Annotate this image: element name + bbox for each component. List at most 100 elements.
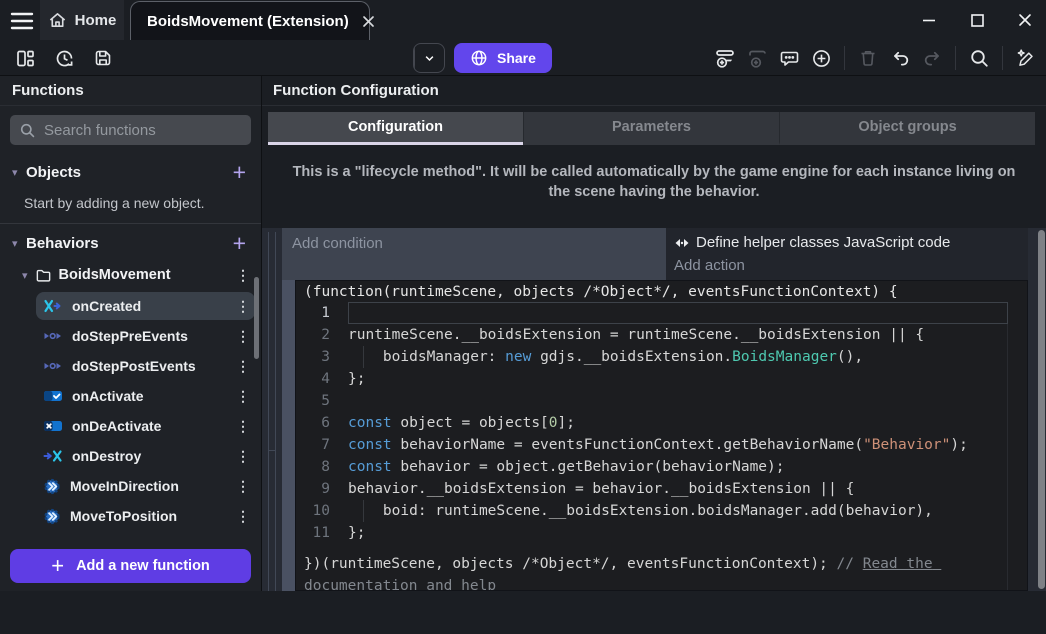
- step-icon: [43, 358, 63, 374]
- trash-icon[interactable]: [855, 45, 881, 71]
- search-icon: [19, 122, 36, 139]
- minimize-icon[interactable]: [920, 11, 938, 29]
- add-event-icon[interactable]: [712, 45, 738, 71]
- code-footer: })(runtimeScene, objects /*Object*/, eve…: [296, 544, 1027, 591]
- toolbar: Preview Share: [0, 40, 1046, 76]
- edit-pen-icon[interactable]: [1013, 45, 1039, 71]
- kebab-menu-icon[interactable]: ⋮: [235, 298, 251, 315]
- tab-close-icon[interactable]: [361, 14, 376, 29]
- code-header: (function(runtimeScene, objects /*Object…: [296, 281, 1027, 302]
- title-bar: Home BoidsMovement (Extension): [0, 0, 1046, 40]
- sidebar-divider: [0, 223, 261, 224]
- activate-icon: [43, 388, 63, 404]
- behavior-group-boidsmovement[interactable]: ▾ BoidsMovement ⋮: [0, 260, 261, 290]
- objects-section-header[interactable]: ▾ Objects +: [0, 157, 261, 187]
- search-functions-input[interactable]: [44, 122, 242, 139]
- add-circle-icon[interactable]: [808, 45, 834, 71]
- sidebar-scrollbar[interactable]: [254, 277, 259, 359]
- function-item-onactivate[interactable]: onActivate ⋮: [36, 382, 255, 410]
- sidebar-title: Functions: [0, 76, 261, 106]
- history-icon[interactable]: [51, 45, 77, 71]
- kebab-menu-icon[interactable]: ⋮: [235, 267, 251, 284]
- function-item-oncreated[interactable]: onCreated ⋮: [36, 292, 255, 320]
- objects-section-label: Objects: [26, 164, 228, 181]
- step-icon: [43, 328, 63, 344]
- kebab-menu-icon[interactable]: ⋮: [235, 508, 251, 525]
- function-configuration-panel: Function Configuration Configuration Par…: [262, 76, 1046, 591]
- hamburger-icon[interactable]: [8, 8, 34, 32]
- caret-down-icon: ▾: [22, 269, 28, 282]
- event-rail: [275, 232, 276, 591]
- panel-title: Function Configuration: [262, 76, 1046, 106]
- event-rail: [268, 232, 269, 591]
- event-drag-handle[interactable]: [282, 280, 295, 591]
- kebab-menu-icon[interactable]: ⋮: [235, 448, 251, 465]
- action-define-helper-classes[interactable]: Define helper classes JavaScript code: [674, 231, 1020, 254]
- maximize-icon[interactable]: [968, 11, 986, 29]
- move-icon: [43, 508, 61, 525]
- function-item-movetoposition[interactable]: MoveToPosition ⋮: [36, 502, 255, 530]
- preview-button-group: Preview: [413, 43, 445, 73]
- move-icon: [43, 478, 61, 495]
- kebab-menu-icon[interactable]: ⋮: [235, 478, 251, 495]
- save-icon[interactable]: [90, 45, 116, 71]
- preview-dropdown-button[interactable]: [414, 44, 444, 72]
- home-icon: [48, 11, 67, 30]
- window-close-icon[interactable]: [1016, 11, 1034, 29]
- add-function-button[interactable]: + Add a new function: [10, 549, 251, 583]
- kebab-menu-icon[interactable]: ⋮: [235, 388, 251, 405]
- toolbar-separator: [844, 46, 845, 70]
- share-button[interactable]: Share: [454, 43, 552, 73]
- tab-document[interactable]: BoidsMovement (Extension): [130, 1, 370, 41]
- kebab-menu-icon[interactable]: ⋮: [235, 418, 251, 435]
- comment-icon[interactable]: [776, 45, 802, 71]
- tab-home[interactable]: Home: [40, 0, 124, 40]
- tab-object-groups[interactable]: Object groups: [779, 112, 1035, 145]
- javascript-code-event: (function(runtimeScene, objects /*Object…: [282, 280, 1028, 591]
- events-sheet: Add condition Define helper classes Java…: [262, 228, 1046, 591]
- code-editor[interactable]: (function(runtimeScene, objects /*Object…: [295, 280, 1028, 591]
- share-label: Share: [497, 50, 536, 66]
- configuration-tabs: Configuration Parameters Object groups: [268, 112, 1035, 145]
- kebab-menu-icon[interactable]: ⋮: [235, 358, 251, 375]
- layout-panels-icon[interactable]: [12, 45, 38, 71]
- behaviors-section-label: Behaviors: [26, 235, 228, 252]
- caret-down-icon: ▾: [12, 237, 26, 250]
- folder-icon: [35, 267, 52, 284]
- add-condition-button[interactable]: Add condition: [282, 228, 666, 280]
- add-behavior-button[interactable]: +: [228, 233, 251, 253]
- function-item-ondeactivate[interactable]: onDeActivate ⋮: [36, 412, 255, 440]
- events-scrollbar[interactable]: [1038, 230, 1045, 589]
- function-item-moveindirection[interactable]: MoveInDirection ⋮: [36, 472, 255, 500]
- lifecycle-description: This is a "lifecycle method". It will be…: [292, 162, 1016, 202]
- actions-column: Define helper classes JavaScript code Ad…: [666, 228, 1028, 280]
- toolbar-separator: [1002, 46, 1003, 70]
- window-controls: [920, 0, 1034, 40]
- redo-icon[interactable]: [919, 45, 945, 71]
- objects-empty-hint: Start by adding a new object.: [0, 187, 261, 223]
- tab-document-label: BoidsMovement (Extension): [147, 13, 349, 30]
- add-object-button[interactable]: +: [228, 162, 251, 182]
- function-item-dostelpreevents[interactable]: doStepPreEvents ⋮: [36, 322, 255, 350]
- deactivate-icon: [43, 418, 63, 434]
- add-function-label: Add a new function: [76, 558, 210, 574]
- search-functions-box[interactable]: [10, 115, 251, 145]
- function-item-dosteppostevents[interactable]: doStepPostEvents ⋮: [36, 352, 255, 380]
- search-icon[interactable]: [966, 45, 992, 71]
- function-item-ondestroy[interactable]: onDestroy ⋮: [36, 442, 255, 470]
- behaviors-section-header[interactable]: ▾ Behaviors +: [0, 228, 261, 258]
- kebab-menu-icon[interactable]: ⋮: [235, 328, 251, 345]
- standard-event: Add condition Define helper classes Java…: [282, 228, 1028, 280]
- tab-parameters[interactable]: Parameters: [523, 112, 779, 145]
- plus-icon: +: [51, 553, 64, 579]
- globe-icon: [470, 49, 488, 67]
- add-action-button[interactable]: Add action: [674, 254, 1020, 277]
- functions-sidebar: Functions ▾ Objects + Start by adding a …: [0, 76, 262, 591]
- add-subevent-icon[interactable]: [744, 45, 770, 71]
- destroy-icon: [43, 448, 63, 464]
- tab-configuration[interactable]: Configuration: [268, 112, 523, 145]
- undo-icon[interactable]: [887, 45, 913, 71]
- created-icon: [43, 298, 63, 314]
- caret-down-icon: ▾: [12, 166, 26, 179]
- code-lines[interactable]: 12runtimeScene.__boidsExtension = runtim…: [296, 302, 1027, 544]
